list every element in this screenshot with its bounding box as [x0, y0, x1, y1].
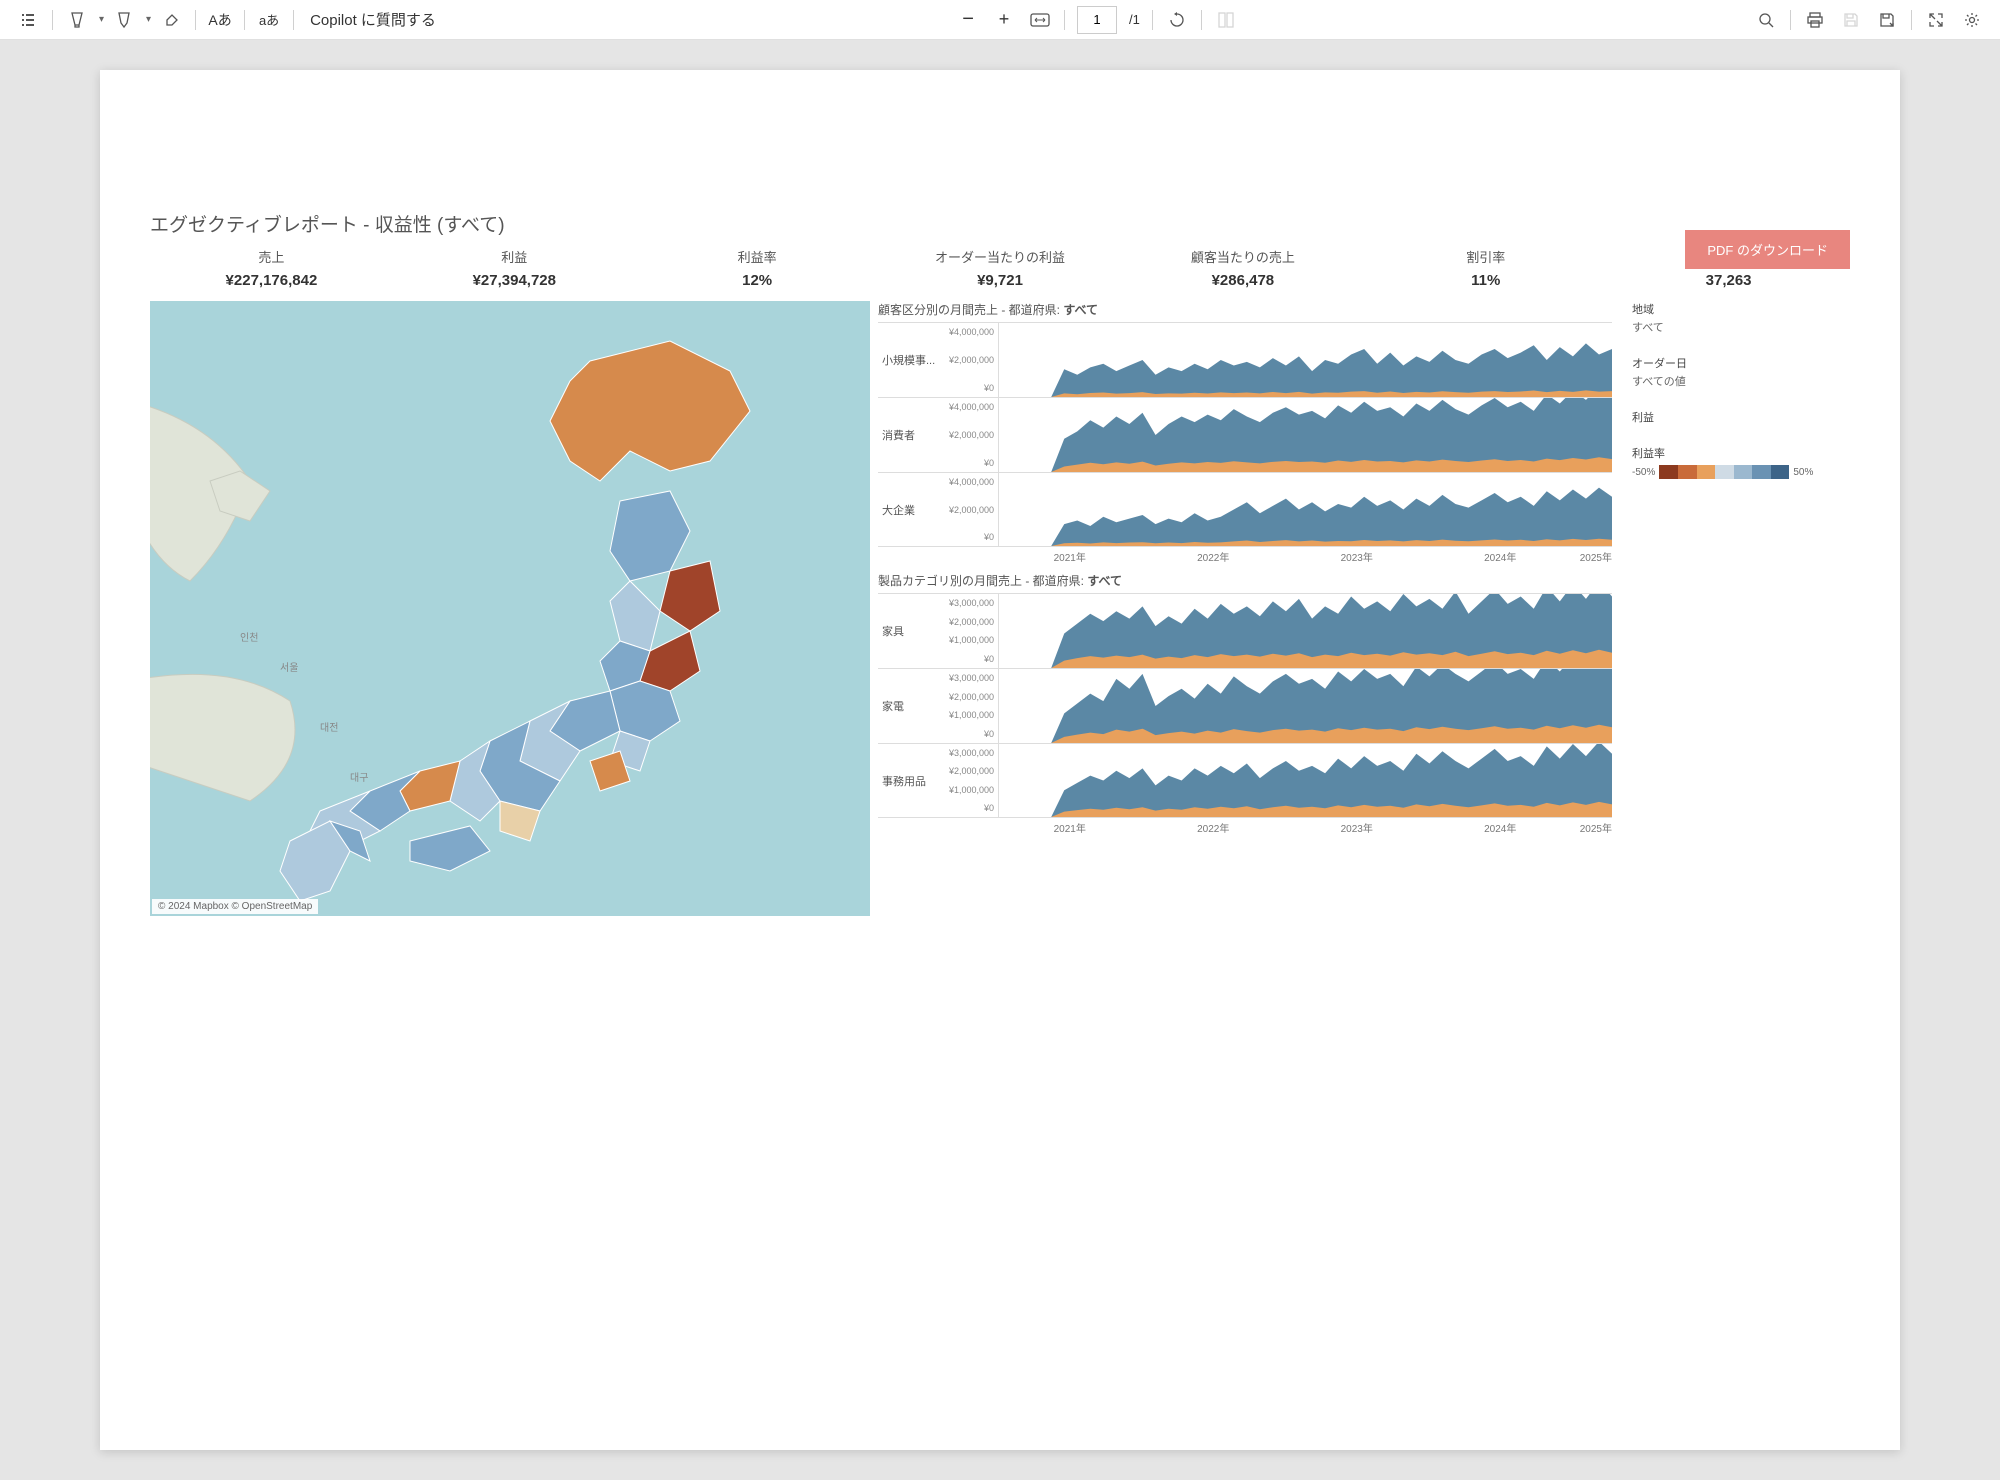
save-as-icon[interactable] — [1871, 4, 1903, 36]
kpi-value: ¥227,176,842 — [150, 272, 393, 289]
customer-segment-chart: 顧客区分別の月間売上 - 都道府県: すべて 小規模事...¥4,000,000… — [878, 301, 1612, 564]
svg-text:대구: 대구 — [350, 772, 368, 784]
rotate-icon[interactable] — [1161, 4, 1193, 36]
search-icon[interactable] — [1750, 4, 1782, 36]
svg-text:서울: 서울 — [280, 662, 298, 674]
map-attribution: © 2024 Mapbox © OpenStreetMap — [152, 899, 318, 914]
eraser-icon[interactable] — [155, 4, 187, 36]
kpi-value: 12% — [636, 272, 879, 289]
region-filter-label: 地域 — [1632, 301, 1850, 317]
pen-icon[interactable] — [108, 4, 140, 36]
settings-icon[interactable] — [1956, 4, 1988, 36]
kpi-value: ¥27,394,728 — [393, 272, 636, 289]
translate-icon[interactable]: aあ — [253, 4, 285, 36]
pdf-page: PDF のダウンロード エグゼクティブレポート - 収益性 (すべて) 売上¥2… — [100, 70, 1900, 1450]
kpi-value: ¥286,478 — [1121, 272, 1364, 289]
date-filter-value[interactable]: すべての値 — [1632, 373, 1850, 389]
kpi-label: 利益率 — [636, 247, 879, 266]
japan-map[interactable]: 인천 서울 대전 대구 © 2024 Mapbox © OpenStreetMa… — [150, 301, 870, 916]
kpi-label: オーダー当たりの利益 — [879, 247, 1122, 266]
kpi-label: 割引率 — [1364, 247, 1607, 266]
svg-text:대전: 대전 — [320, 722, 338, 734]
kpi-label: 売上 — [150, 247, 393, 266]
chart-row-label: 大企業 — [878, 502, 938, 518]
region-filter-value[interactable]: すべて — [1632, 319, 1850, 335]
product-category-chart: 製品カテゴリ別の月間売上 - 都道府県: すべて 家具¥3,000,000¥2,… — [878, 572, 1612, 835]
profit-ratio-legend-label: 利益率 — [1632, 445, 1850, 461]
page-view-icon[interactable] — [1210, 4, 1242, 36]
chart-title-filter: すべて — [1063, 303, 1098, 317]
highlighter-icon[interactable] — [61, 4, 93, 36]
chart-row-label: 家電 — [878, 698, 938, 714]
legend-max: 50% — [1793, 467, 1813, 478]
page-total-label: /1 — [1125, 12, 1144, 27]
filters-sidebar: 地域 すべて オーダー日 すべての値 利益 利益率 -50% 50% — [1620, 301, 1850, 916]
chart-title-prefix: 顧客区分別の月間売上 - 都道府県: — [878, 303, 1063, 317]
chart-title-prefix: 製品カテゴリ別の月間売上 - 都道府県: — [878, 574, 1087, 588]
kpi-row: 売上 ¥227,176,842 利益 ¥27,394,728 利益率 12% オーダー… — [150, 247, 1850, 289]
chart-row-label: 家具 — [878, 623, 938, 639]
kpi-value: 11% — [1364, 272, 1607, 289]
fit-width-icon[interactable] — [1024, 4, 1056, 36]
zoom-out-icon[interactable]: − — [952, 4, 984, 36]
outline-icon[interactable] — [12, 4, 44, 36]
legend-gradient — [1659, 465, 1789, 479]
kpi-label: 顧客当たりの売上 — [1121, 247, 1364, 266]
legend-min: -50% — [1632, 467, 1655, 478]
save-icon[interactable] — [1835, 4, 1867, 36]
date-filter-label: オーダー日 — [1632, 355, 1850, 371]
pdf-viewer-toolbar: ▾ ▾ Aあ aあ Copilot に質問する − + /1 — [0, 0, 2000, 40]
chevron-down-icon[interactable]: ▾ — [146, 14, 151, 25]
chart-row-label: 消費者 — [878, 427, 938, 443]
zoom-in-icon[interactable]: + — [988, 4, 1020, 36]
chart-row-label: 事務用品 — [878, 773, 938, 789]
page-number-input[interactable] — [1077, 6, 1117, 34]
svg-text:인천: 인천 — [240, 632, 258, 644]
fullscreen-icon[interactable] — [1920, 4, 1952, 36]
pdf-download-button[interactable]: PDF のダウンロード — [1685, 230, 1850, 269]
chevron-down-icon[interactable]: ▾ — [99, 14, 104, 25]
copilot-button[interactable]: Copilot に質問する — [302, 9, 444, 30]
kpi-value: ¥9,721 — [879, 272, 1122, 289]
print-icon[interactable] — [1799, 4, 1831, 36]
kpi-value: 37,263 — [1607, 272, 1850, 289]
profit-legend-label: 利益 — [1632, 409, 1850, 425]
text-size-icon[interactable]: Aあ — [204, 4, 236, 36]
kpi-label: 利益 — [393, 247, 636, 266]
chart-row-label: 小規模事... — [878, 352, 938, 368]
chart-title-filter: すべて — [1087, 574, 1122, 588]
report-title: エグゼクティブレポート - 収益性 (すべて) — [150, 210, 1850, 237]
